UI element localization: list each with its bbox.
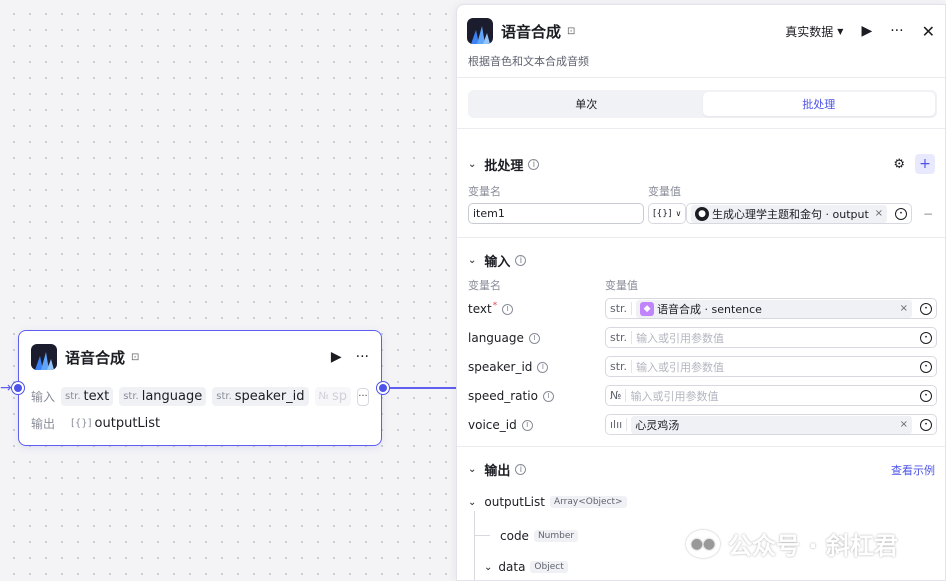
- variable-picker-icon[interactable]: •: [920, 360, 932, 373]
- node-input-tag: № sp: [314, 387, 351, 406]
- batch-section-header[interactable]: ⌄ 批处理 i ⚙ +: [468, 154, 935, 174]
- tts-plugin-logo-icon: [467, 18, 493, 44]
- node-input-tag: str. language: [119, 387, 207, 406]
- chevron-down-icon: ⌄: [468, 496, 477, 508]
- node-input-label: 输入: [31, 390, 56, 404]
- variable-picker-icon[interactable]: •: [920, 331, 932, 344]
- text-ref-chip: ◆ 语音合成 · sentence ×: [636, 299, 912, 318]
- node-header: 语音合成 ⊡ ▶ ···: [31, 343, 369, 371]
- input-label-text: text * i: [468, 301, 514, 316]
- voice-type-icon: ılıı: [610, 418, 628, 431]
- info-icon: i: [502, 303, 514, 315]
- panel-badge-icon: ⊡: [567, 25, 576, 37]
- view-example-link[interactable]: 查看示例: [891, 462, 935, 478]
- info-icon: i: [528, 158, 540, 170]
- clear-icon[interactable]: ×: [900, 303, 908, 314]
- batch-col-value: 变量值: [648, 185, 681, 198]
- tts-plugin-icon: ◆: [640, 301, 655, 316]
- node-input-port[interactable]: [12, 382, 24, 394]
- close-icon[interactable]: ✕: [922, 22, 935, 41]
- input-col-value: 变量值: [605, 279, 638, 292]
- node-title: 语音合成: [65, 348, 126, 367]
- info-icon: i: [515, 464, 527, 475]
- wechat-watermark: ●● 公众号 · 斜杠君: [686, 526, 898, 561]
- info-icon: i: [521, 419, 533, 431]
- wechat-icon: ●●: [686, 529, 720, 558]
- panel-more-icon[interactable]: ···: [890, 23, 903, 39]
- info-icon: i: [515, 255, 527, 266]
- node-output-tag: [{}] outputList: [67, 414, 165, 433]
- caret-down-icon: ▼: [837, 26, 844, 36]
- chevron-down-icon: ⌄: [468, 158, 477, 170]
- chevron-down-icon: ⌄: [468, 255, 477, 266]
- output-tree-item[interactable]: ⌄ data Object: [484, 560, 568, 574]
- remove-item-icon[interactable]: −: [923, 207, 933, 221]
- input-label-speed-ratio: speed_ratio i: [468, 389, 554, 403]
- output-tree-item: code Number: [500, 529, 579, 543]
- input-field-speaker-id[interactable]: str. 输入或引用参数值 •: [605, 356, 937, 377]
- add-batch-item-button[interactable]: +: [915, 154, 935, 174]
- node-badge-icon: ⊡: [131, 351, 140, 363]
- variable-picker-icon[interactable]: •: [895, 207, 907, 220]
- tts-node-card[interactable]: 语音合成 ⊡ ▶ ··· 输入 str. text str. language st…: [18, 330, 382, 446]
- panel-description: 根据音色和文本合成音频: [468, 55, 589, 68]
- run-mode-tabs: 单次 批处理: [468, 90, 937, 118]
- data-mode-dropdown[interactable]: 真实数据 ▼: [785, 23, 843, 40]
- variable-picker-icon[interactable]: •: [920, 302, 932, 315]
- incoming-edge-arrow: →: [0, 380, 12, 396]
- input-field-text[interactable]: str. ◆ 语音合成 · sentence × •: [605, 298, 937, 319]
- outgoing-edge: [388, 387, 456, 389]
- clear-icon[interactable]: ×: [900, 419, 908, 430]
- input-label-speaker-id: speaker_id i: [468, 360, 549, 374]
- node-output-port[interactable]: [377, 382, 389, 394]
- tab-single[interactable]: 单次: [470, 92, 703, 116]
- node-output-row: 输出 [{}] outputList: [31, 414, 369, 433]
- node-output-label: 输出: [31, 417, 56, 431]
- input-field-voice-id[interactable]: ılıı 心灵鸡汤 × •: [605, 414, 937, 435]
- chevron-down-icon: ∨: [675, 209, 682, 218]
- clear-icon[interactable]: ×: [875, 208, 883, 219]
- tts-plugin-logo-icon: [31, 344, 57, 370]
- node-input-tag: str. speaker_id: [212, 387, 309, 406]
- tab-batch[interactable]: 批处理: [702, 92, 935, 116]
- input-field-language[interactable]: str. 输入或引用参数值 •: [605, 327, 937, 348]
- node-input-row: 输入 str. text str. language str. speaker_id …: [31, 387, 369, 406]
- node-settings-panel: 语音合成 ⊡ 真实数据 ▼ ▶ ··· ✕ 根据音色和文本合成音频 单次 批处理 …: [456, 4, 946, 581]
- batch-item-name-input[interactable]: item1: [468, 203, 644, 224]
- variable-picker-icon[interactable]: •: [920, 418, 932, 431]
- run-node-icon[interactable]: ▶: [331, 349, 342, 365]
- panel-title: 语音合成: [501, 22, 562, 41]
- info-icon: i: [542, 390, 554, 402]
- input-section-header[interactable]: ⌄ 输入 i: [468, 251, 935, 270]
- input-col-name: 变量名: [468, 279, 501, 292]
- batch-item-ref-field[interactable]: ● 生成心理学主题和金句 · output × •: [686, 203, 912, 224]
- batch-col-name: 变量名: [468, 185, 501, 198]
- voice-chip: 心灵鸡汤 ×: [631, 415, 912, 434]
- node-more-icon[interactable]: ···: [356, 349, 369, 365]
- settings-icon[interactable]: ⚙: [893, 157, 905, 172]
- variable-picker-icon[interactable]: •: [920, 389, 932, 402]
- chevron-down-icon: ⌄: [468, 464, 477, 475]
- output-section-header[interactable]: ⌄ 输出 i 查看示例: [468, 460, 935, 480]
- chevron-down-icon: ⌄: [484, 561, 493, 573]
- batch-item-type-select[interactable]: [{}] ∨: [648, 203, 686, 224]
- input-label-language: language i: [468, 331, 540, 345]
- panel-header: 语音合成 ⊡ 真实数据 ▼ ▶ ··· ✕: [467, 18, 935, 44]
- info-icon: i: [537, 361, 549, 373]
- batch-ref-chip: ● 生成心理学主题和金句 · output ×: [691, 204, 887, 223]
- input-label-voice-id: voice_id i: [468, 418, 533, 432]
- input-field-speed-ratio[interactable]: № 输入或引用参数值 •: [605, 385, 937, 406]
- info-icon: i: [528, 332, 540, 344]
- run-test-icon[interactable]: ▶: [861, 23, 872, 39]
- node-inputs-more-button[interactable]: ···: [356, 387, 369, 406]
- output-tree-item[interactable]: ⌄ outputList Array<Object>: [468, 495, 627, 509]
- workflow-icon: ●: [695, 206, 709, 221]
- node-input-tag: str. text: [61, 387, 114, 406]
